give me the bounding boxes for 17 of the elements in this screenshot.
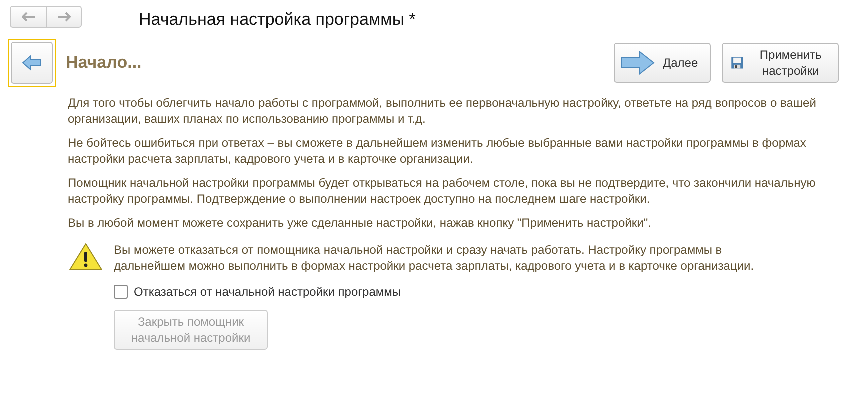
left-arrow-icon — [22, 55, 42, 71]
info-paragraph: Для того чтобы облегчить начало работы с программой, выполнить ее первоначальную настройку, ответьте на ряд вопросов о вашей организации, ваших планах по использованию программы и т.д. — [68, 95, 818, 127]
checkbox-label: Отказаться от начальной настройки программы — [134, 284, 401, 300]
info-paragraph: Вы в любой момент можете сохранить уже сделанные настройки, нажав кнопку "Применить настройки". — [68, 215, 652, 231]
info-paragraph: Не бойтесь ошибиться при ответах – вы сможете в дальнейшем изменить любые выбранные вами настройки программы в формах настройки расчета зарплаты, кадрового учета и в карточке организации. — [68, 135, 808, 167]
warning-text: Вы можете отказаться от помощника начальной настройки и сразу начать работать. Настройку программы в дальнейшем можно выполнить в формах настройки расчета зарплаты, кадрового учета и в карточке организации. — [114, 242, 756, 274]
apply-settings-button[interactable]: Применить настройки — [722, 43, 839, 83]
next-button[interactable]: Далее — [614, 43, 711, 83]
right-arrow-icon — [621, 51, 655, 75]
warning-icon — [68, 242, 104, 272]
checkbox[interactable] — [114, 285, 128, 299]
info-paragraph: Помощник начальной настройки программы будет открываться на рабочем столе, пока вы не подтвердите, что закончили начальную настройку программы. Подтверждение о выполнении настроек доступно на последнем шаге настройки. — [68, 175, 817, 207]
previous-step-button[interactable] — [8, 39, 56, 87]
left-arrow-icon — [22, 12, 36, 22]
window-title: Начальная настройка программы * — [139, 10, 416, 30]
step-title: Начало... — [66, 53, 143, 73]
right-arrow-icon — [57, 12, 71, 22]
